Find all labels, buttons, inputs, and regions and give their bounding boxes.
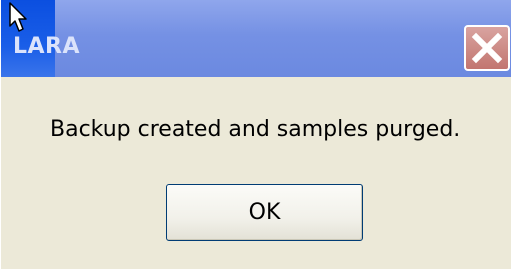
close-button[interactable] xyxy=(464,25,510,71)
close-icon xyxy=(471,32,503,64)
title-bar[interactable]: LARA xyxy=(1,0,511,77)
mouse-cursor-icon xyxy=(9,2,27,32)
dialog-message: Backup created and samples purged. xyxy=(50,117,461,142)
ok-button[interactable]: OK xyxy=(166,184,363,241)
message-dialog: LARA Backup created and samples purged. … xyxy=(0,0,511,269)
